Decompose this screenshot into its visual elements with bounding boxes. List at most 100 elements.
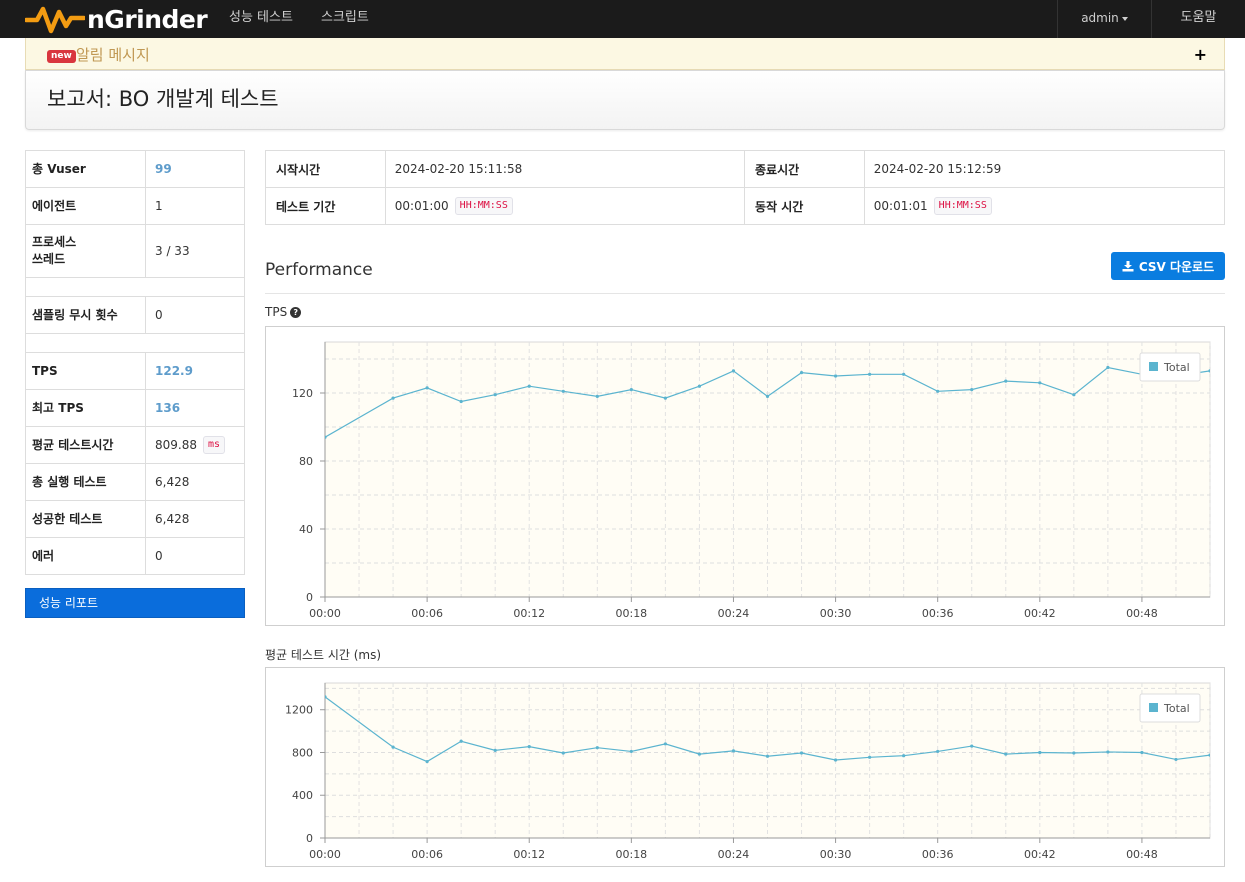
plus-icon[interactable]: + [1194, 47, 1207, 63]
data-point [629, 749, 633, 754]
x-tick-label: 00:30 [820, 607, 852, 620]
x-tick-label: 00:24 [718, 848, 750, 861]
summary-spacer [26, 278, 244, 297]
data-point [799, 371, 804, 375]
x-tick-label: 00:00 [309, 607, 341, 620]
summary-value: 6,428 [155, 512, 190, 526]
data-point [765, 754, 770, 758]
summary-row-vuser: 총 Vuser 99 [26, 151, 244, 188]
y-tick-label: 800 [292, 746, 313, 759]
legend-label: Total [1163, 361, 1190, 374]
data-point [697, 384, 702, 388]
summary-label: TPS [26, 353, 146, 389]
data-point [731, 749, 736, 753]
data-point [1208, 753, 1210, 757]
summary-row-peak-tps: 최고 TPS 136 [26, 390, 244, 427]
x-tick-label: 00:18 [615, 848, 647, 861]
data-point [833, 758, 838, 762]
page-title: 보고서: BO 개발계 테스트 [47, 87, 279, 111]
summary-row-mean-test-time: 평균 테스트시간 809.88 ms [26, 427, 244, 464]
data-point [1072, 393, 1076, 397]
data-point [1140, 750, 1144, 755]
caret-down-icon [1121, 16, 1128, 21]
duration-value: 00:01:00 [394, 199, 449, 213]
alert-message[interactable]: 알림 메시지 [76, 44, 150, 65]
summary-row-ignore-sampling: 샘플링 무시 횟수 0 [26, 297, 244, 334]
duration-cell: 00:01:00 HH:MM:SS [386, 188, 745, 224]
mean-time-chart-title: 평균 테스트 시간 (ms) [265, 648, 382, 662]
report-title-panel: 보고서: BO 개발계 테스트 [25, 70, 1225, 130]
summary-row-agents: 에이전트 1 [26, 188, 244, 225]
user-name: admin [1081, 11, 1119, 25]
summary-label: 성공한 테스트 [26, 501, 146, 537]
x-tick-label: 00:42 [1024, 607, 1056, 620]
data-point [663, 742, 667, 746]
data-point [1038, 381, 1042, 385]
unit-badge: ms [203, 436, 226, 454]
performance-divider [265, 293, 1225, 294]
summary-value: 3 / 33 [155, 244, 190, 258]
x-tick-label: 00:00 [309, 848, 341, 861]
data-point [765, 394, 770, 398]
summary-label: 평균 테스트시간 [26, 427, 146, 463]
x-tick-label: 00:18 [615, 607, 647, 620]
data-point [663, 396, 667, 400]
help-menu[interactable]: 도움말 [1151, 0, 1245, 38]
legend-label: Total [1163, 702, 1190, 715]
y-tick-label: 0 [306, 832, 313, 845]
data-point [459, 739, 463, 743]
end-time-label: 종료시간 [745, 151, 865, 187]
run-time-label: 동작 시간 [745, 188, 865, 224]
tps-chart: 0 40 80 120 00:00 00:06 00:12 00:18 00:24 00:30 00… [265, 326, 1225, 626]
y-tick-label: 1200 [285, 704, 313, 717]
performance-title: Performance [265, 260, 373, 280]
data-point [1208, 369, 1210, 373]
summary-spacer [26, 334, 244, 353]
performance-report-button[interactable]: 성능 리포트 [25, 588, 245, 618]
mean-time-chart: 0 400 800 1200 00:00 00:06 00:12 00:18 00:24 00:3… [265, 667, 1225, 867]
y-tick-label: 0 [306, 591, 313, 604]
legend-swatch [1149, 362, 1158, 371]
x-tick-label: 00:48 [1126, 607, 1158, 620]
brand-logo[interactable]: nGrinder [25, 3, 208, 35]
x-tick-label: 00:24 [718, 607, 750, 620]
summary-row-process-thread: 프로세스 쓰레드 3 / 33 [26, 225, 244, 278]
data-point [629, 388, 633, 392]
data-point [391, 396, 395, 400]
start-time-label: 시작시간 [266, 151, 386, 187]
summary-label: 에이전트 [26, 188, 146, 224]
summary-value: 809.88 [155, 438, 197, 452]
data-point [561, 751, 565, 755]
summary-label: 에러 [26, 538, 146, 574]
new-badge: new [47, 50, 76, 63]
nav-script[interactable]: 스크립트 [321, 0, 369, 38]
test-time-table: 시작시간 2024-02-20 15:11:58 종료시간 2024-02-20… [265, 150, 1225, 225]
csv-download-button[interactable]: CSV 다운로드 [1111, 252, 1225, 280]
nav-performance-test[interactable]: 성능 테스트 [229, 0, 293, 38]
x-tick-label: 00:36 [922, 607, 954, 620]
run-time-cell: 00:01:01 HH:MM:SS [865, 188, 1224, 224]
data-point [799, 751, 804, 755]
mean-time-chart-label: 평균 테스트 시간 (ms) [265, 646, 381, 663]
alert-bar: new 알림 메시지 + [25, 38, 1225, 70]
tps-chart-label: TPS? [265, 305, 302, 319]
summary-row-successful-tests: 성공한 테스트 6,428 [26, 501, 244, 538]
data-point [325, 435, 327, 439]
question-circle-icon[interactable]: ? [290, 307, 302, 318]
x-tick-label: 00:36 [922, 848, 954, 861]
summary-label: 총 Vuser [26, 151, 146, 187]
time-row-duration: 테스트 기간 00:01:00 HH:MM:SS 동작 시간 00:01:01 … [266, 188, 1224, 225]
y-tick-label: 120 [292, 387, 313, 400]
x-tick-label: 00:06 [411, 848, 443, 861]
tps-chart-title: TPS [265, 305, 288, 319]
data-point [1106, 750, 1110, 754]
data-point [595, 394, 599, 398]
user-menu[interactable]: admin [1057, 0, 1151, 38]
summary-table: 총 Vuser 99 에이전트 1 프로세스 쓰레드 3 / 33 샘플링 무시… [25, 150, 245, 575]
y-tick-label: 40 [299, 523, 313, 536]
duration-label: 테스트 기간 [266, 188, 386, 224]
x-tick-label: 00:30 [820, 848, 852, 861]
legend-swatch [1149, 703, 1158, 712]
summary-value: 6,428 [155, 475, 190, 489]
data-point [868, 372, 872, 376]
